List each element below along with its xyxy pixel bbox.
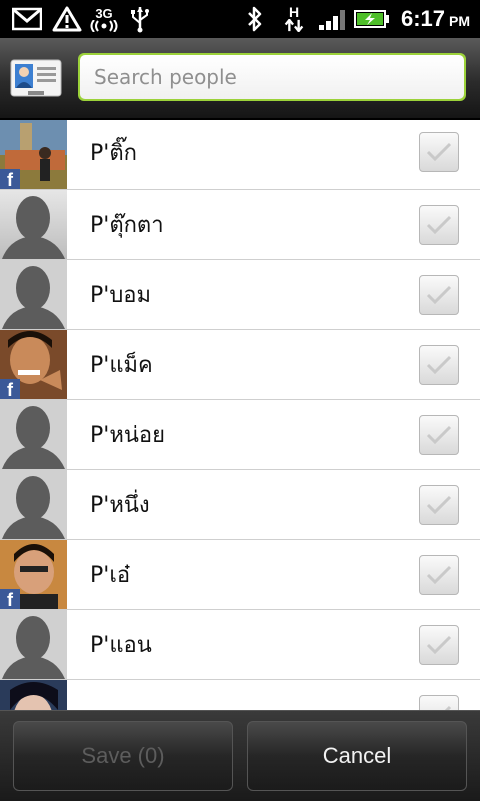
checkbox[interactable] [419, 274, 459, 315]
search-field-frame [78, 53, 466, 101]
contact-name: P'ตุ๊กตา [90, 213, 164, 238]
checkbox[interactable] [419, 624, 459, 665]
avatar [0, 610, 67, 679]
list-item[interactable]: P'แอน [0, 610, 480, 680]
search-input[interactable] [80, 55, 464, 99]
avatar [0, 190, 67, 259]
3g-signal-icon: 3G [90, 6, 118, 32]
contact-name: P'หน่อย [90, 423, 165, 448]
avatar: f [0, 540, 67, 609]
checkbox[interactable] [419, 484, 459, 525]
search-header [0, 38, 480, 120]
bluetooth-icon [246, 6, 264, 32]
cancel-button[interactable]: Cancel [247, 721, 467, 791]
list-item[interactable]: P'หน่อย [0, 400, 480, 470]
contact-name: P'บอม [90, 283, 151, 308]
network-type-label: 3G [95, 5, 113, 21]
h-data-icon: H [282, 4, 306, 32]
contact-card-icon[interactable] [10, 58, 62, 98]
checkbox[interactable] [419, 694, 459, 710]
avatar [0, 400, 67, 469]
facebook-icon: f [0, 379, 20, 399]
save-button[interactable]: Save (0) [13, 721, 233, 791]
contact-name: P'หนึ่ง [90, 493, 150, 518]
battery-charging-icon [354, 6, 390, 32]
facebook-icon: f [0, 169, 20, 189]
list-item[interactable] [0, 680, 480, 710]
signal-bars-icon [318, 6, 348, 32]
checkbox[interactable] [419, 344, 459, 385]
avatar [0, 470, 67, 539]
warning-icon [52, 6, 82, 32]
list-item[interactable]: P'หนึ่ง [0, 470, 480, 540]
list-item[interactable]: f P'แม็ค [0, 330, 480, 400]
avatar [0, 680, 67, 710]
avatar [0, 260, 67, 329]
avatar: f [0, 120, 67, 189]
contact-name: P'แม็ค [90, 353, 153, 378]
contact-list[interactable]: f P'ติ๊ก P'ตุ๊กตา P'บอม f P'แม็ค P'หน่อย [0, 120, 480, 710]
list-item[interactable]: P'ตุ๊กตา [0, 190, 480, 260]
list-item[interactable]: f P'ติ๊ก [0, 120, 480, 190]
list-item[interactable]: f P'เอ๋ [0, 540, 480, 610]
checkbox[interactable] [419, 414, 459, 455]
action-bar: Save (0) Cancel [0, 710, 480, 801]
contact-name: P'แอน [90, 633, 152, 658]
contact-name: P'เอ๋ [90, 563, 131, 588]
avatar: f [0, 330, 67, 399]
checkbox[interactable] [419, 204, 459, 245]
checkbox[interactable] [419, 132, 459, 172]
data-type-label: H [288, 4, 300, 20]
checkbox[interactable] [419, 554, 459, 595]
contact-name: P'ติ๊ก [90, 140, 137, 166]
list-item[interactable]: P'บอม [0, 260, 480, 330]
facebook-icon: f [0, 589, 20, 609]
status-time: 6:17 PM [400, 6, 470, 31]
usb-icon [128, 6, 152, 33]
gmail-icon [12, 6, 42, 32]
status-bar: 3G H 6:17 PM [0, 0, 480, 38]
